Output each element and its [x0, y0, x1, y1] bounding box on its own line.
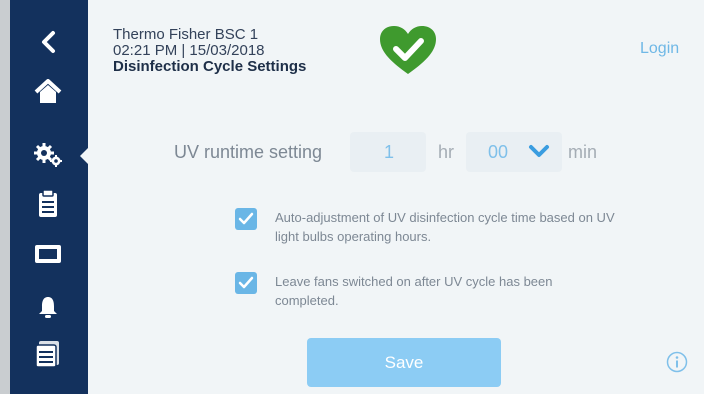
selected-item-pointer	[80, 146, 90, 166]
app-screen: Thermo Fisher BSC 1 02:21 PM | 15/03/201…	[0, 0, 704, 394]
leave-fans-checkbox[interactable]	[235, 272, 257, 294]
bell-icon[interactable]	[30, 289, 66, 325]
back-chevron-icon[interactable]	[30, 24, 66, 60]
files-icon[interactable]	[30, 336, 66, 372]
page-title: Disinfection Cycle Settings	[113, 58, 307, 75]
uv-hours-value: 1	[384, 142, 395, 162]
auto-adjust-text: Auto-adjustment of UV disinfection cycle…	[275, 210, 615, 244]
info-icon[interactable]	[666, 351, 688, 378]
uv-hours-unit: hr	[438, 142, 455, 162]
uv-runtime-label: UV runtime setting	[174, 142, 323, 162]
header: Thermo Fisher BSC 1 02:21 PM | 15/03/201…	[113, 27, 306, 75]
sidebar	[10, 0, 88, 394]
device-name: Thermo Fisher BSC 1	[113, 26, 259, 43]
leave-fans-text: Leave fans switched on after UV cycle ha…	[275, 274, 553, 308]
settings-gears-icon[interactable]	[30, 137, 66, 173]
auto-adjust-checkbox[interactable]	[235, 208, 257, 230]
uv-minutes-unit: min	[568, 142, 598, 162]
save-button[interactable]: Save	[307, 338, 501, 387]
status-heart-icon	[378, 24, 438, 81]
uv-minutes-value: 00	[488, 142, 509, 162]
bezel-edge	[0, 0, 10, 394]
login-link[interactable]: Login	[640, 40, 679, 58]
display-icon[interactable]	[30, 236, 66, 272]
date-time: 02:21 PM | 15/03/2018	[113, 42, 265, 59]
home-icon[interactable]	[30, 74, 66, 110]
clipboard-icon[interactable]	[30, 186, 66, 222]
chevron-down-icon[interactable]	[528, 143, 550, 164]
